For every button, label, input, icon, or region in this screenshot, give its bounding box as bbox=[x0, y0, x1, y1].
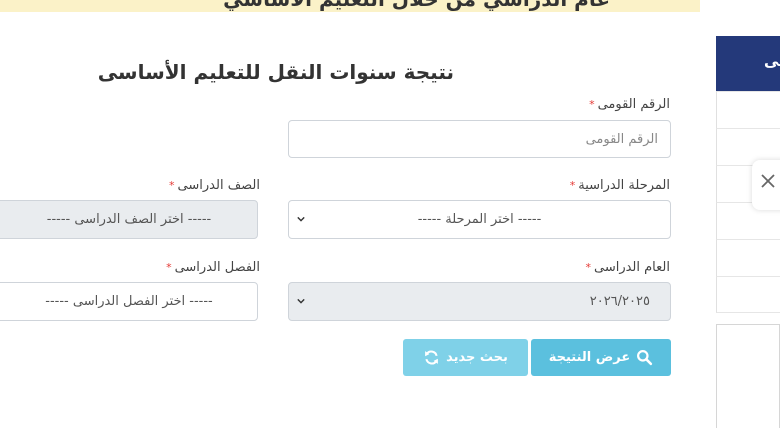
stage-select-value: ----- اختر المرحلة ----- bbox=[417, 212, 542, 227]
national-id-label: الرقم القومى* bbox=[589, 97, 670, 112]
required-mark: * bbox=[166, 261, 172, 274]
grade-select[interactable]: ----- اختر الصف الدراسى ----- bbox=[0, 200, 258, 239]
sidebar-header[interactable]: مى bbox=[716, 36, 780, 91]
year-select[interactable]: ٢٠٢٦/٢٠٢٥ bbox=[288, 282, 671, 321]
term-select-value: ----- اختر الفصل الدراسى ----- bbox=[45, 294, 213, 309]
term-select[interactable]: ----- اختر الفصل الدراسى ----- bbox=[0, 282, 258, 321]
new-search-button[interactable]: بحث جديد bbox=[403, 339, 528, 376]
new-search-label: بحث جديد bbox=[446, 350, 508, 365]
sidebar-panel bbox=[716, 324, 780, 428]
stage-select[interactable]: ----- اختر المرحلة ----- bbox=[288, 200, 671, 239]
close-icon bbox=[761, 174, 775, 188]
top-banner-text: عام الدراسي من خلال التعليم الأساسي bbox=[223, 0, 610, 11]
stage-label: المرحلة الدراسية* bbox=[569, 178, 670, 193]
sidebar-item[interactable] bbox=[716, 276, 780, 313]
required-mark: * bbox=[169, 179, 175, 192]
show-result-label: عرض النتيجة bbox=[548, 350, 631, 365]
year-select-value: ٢٠٢٦/٢٠٢٥ bbox=[589, 294, 650, 309]
sidebar-header-text: مى bbox=[764, 52, 780, 70]
sidebar-item[interactable] bbox=[716, 239, 780, 276]
search-icon bbox=[637, 350, 653, 366]
grade-label: الصف الدراسى* bbox=[169, 178, 260, 193]
sidebar-item[interactable] bbox=[716, 91, 780, 128]
top-banner: عام الدراسي من خلال التعليم الأساسي bbox=[0, 0, 700, 12]
grade-select-value: ----- اختر الصف الدراسى ----- bbox=[46, 212, 212, 227]
required-mark: * bbox=[569, 179, 576, 192]
page-title: نتيجة سنوات النقل للتعليم الأساسى bbox=[97, 60, 454, 84]
chevron-down-icon bbox=[297, 298, 305, 304]
national-id-input[interactable] bbox=[289, 121, 670, 157]
term-label: الفصل الدراسى* bbox=[166, 260, 260, 275]
national-id-field[interactable] bbox=[288, 120, 671, 158]
year-label: العام الدراسى* bbox=[585, 260, 670, 275]
sidebar-close-button[interactable] bbox=[752, 160, 780, 210]
required-mark: * bbox=[589, 98, 595, 111]
refresh-icon bbox=[425, 350, 438, 365]
chevron-down-icon bbox=[297, 216, 305, 222]
required-mark: * bbox=[585, 261, 591, 274]
show-result-button[interactable]: عرض النتيجة bbox=[531, 339, 671, 376]
